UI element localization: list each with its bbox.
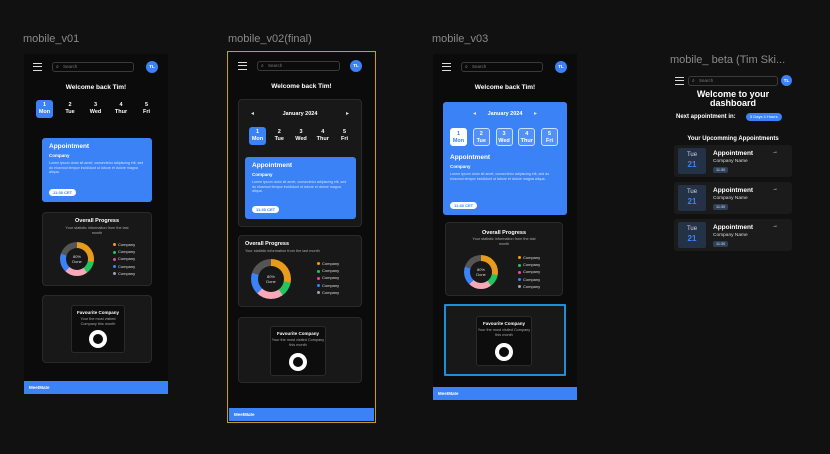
date-wed[interactable]: 3 Wed (87, 100, 104, 118)
progress-legend: Company Company Company Company Company (113, 241, 135, 277)
favourite-company[interactable]: Favourite Company Your the most visited … (270, 326, 326, 376)
menu-icon[interactable] (442, 63, 451, 71)
github-icon (289, 353, 307, 371)
appointment-row[interactable]: Tue 21 Appointment Company Name 11:30 → (674, 182, 792, 214)
arrow-right-icon[interactable]: → (772, 186, 778, 192)
appointment-date: Tue 21 (678, 185, 706, 211)
date-thur[interactable]: 4 Thur (314, 127, 331, 145)
date-thur[interactable]: 4 Thur (518, 128, 536, 146)
date-tue[interactable]: 2 Tue (271, 127, 288, 145)
top-bar: ⌕ Search TL (229, 60, 374, 75)
next-month-icon[interactable]: ▸ (534, 110, 537, 117)
favourite-company[interactable]: Favourite Company Your the most visited … (476, 316, 532, 366)
appointment-date: Tue 21 (678, 222, 706, 248)
calendar-month: January 2024 (282, 111, 318, 117)
date-mon[interactable]: 1 Mon (249, 127, 266, 145)
avatar[interactable]: TL (781, 75, 792, 86)
appointment-card[interactable]: Appointment Company Lorem ipsum dolor si… (42, 138, 152, 202)
search-icon: ⌕ (692, 77, 695, 84)
top-bar: ⌕ Search TL (670, 75, 796, 90)
favourite-card-highlighted: Favourite Company Your the most visited … (444, 304, 566, 376)
appointment-row[interactable]: Tue 21 Appointment Company Name 11:30 → (674, 145, 792, 177)
appointment-date: Tue 21 (678, 148, 706, 174)
progress-legend: Company Company Company Company Company (317, 260, 339, 296)
frame-label-v03[interactable]: mobile_v03 (432, 33, 488, 45)
arrow-right-icon[interactable]: → (772, 223, 778, 229)
progress-card: Overall Progress Your statistic informat… (445, 222, 563, 296)
dashboard-title: Welcome to your dashboard (696, 89, 770, 108)
progress-card: Overall Progress Your statistic informat… (42, 212, 152, 286)
welcome-heading: Welcome back Tim! (65, 84, 127, 91)
date-tue[interactable]: 2 Tue (62, 100, 79, 118)
date-tue[interactable]: 2 Tue (472, 128, 490, 146)
appointment-time: 11:30 CET (49, 189, 77, 196)
search-input[interactable]: ⌕ Search (52, 62, 134, 72)
date-strip: 1 Mon 2 Tue 3 Wed 4 Thur 5 Fri (450, 128, 558, 146)
welcome-heading: Welcome back Tim! (271, 83, 332, 90)
menu-icon[interactable] (33, 63, 42, 71)
phone-frame-beta[interactable]: ⌕ Search TL Welcome to your dashboard Nex… (670, 70, 796, 350)
date-fri[interactable]: 5 Fri (138, 100, 155, 118)
phone-frame-v02[interactable]: ⌕ Search TL Welcome back Tim! ◂ January 2… (229, 53, 374, 421)
github-icon (495, 343, 513, 361)
date-fri[interactable]: 5 Fri (336, 127, 353, 145)
next-appointment-badge: 5 Days 4 Hours (746, 113, 782, 121)
calendar-month: January 2024 (487, 111, 523, 117)
appointment-time: 11:30 CET (450, 202, 478, 209)
appointment-title: Appointment (450, 154, 491, 161)
phone-frame-v01[interactable]: ⌕ Search TL Welcome back Tim! 1 Mon 2 Tue 3… (24, 54, 168, 394)
progress-legend: Company Company Company Company Company (518, 254, 540, 290)
frame-label-beta[interactable]: mobile_ beta (Tim Ski... (670, 54, 785, 66)
avatar[interactable]: TL (146, 61, 158, 73)
date-mon[interactable]: 1 Mon (450, 128, 467, 146)
date-mon[interactable]: 1 Mon (36, 100, 53, 118)
footer-brand: MeetMate (24, 381, 168, 394)
appointment-time: 11:30 CET (252, 206, 280, 213)
date-wed[interactable]: 3 Wed (293, 127, 310, 145)
next-month-icon[interactable]: ▸ (346, 110, 349, 117)
calendar-appointment-card[interactable]: ◂ January 2024 ▸ 1 Mon 2 Tue 3 Wed 4 Thur 5F… (443, 102, 567, 215)
welcome-heading: Welcome back Tim! (474, 84, 536, 91)
favourite-card: Favourite Company Your the most visited … (238, 317, 362, 383)
date-fri[interactable]: 5 Fri (541, 128, 558, 146)
appointment-row[interactable]: Tue 21 Appointment Company Name 11:30 → (674, 219, 792, 251)
appointment-card[interactable]: Appointment Company Lorem ipsum dolor si… (245, 157, 356, 219)
frame-label-v01[interactable]: mobile_v01 (23, 33, 79, 45)
phone-frame-v03[interactable]: ⌕ Search TL Welcome back Tim! ◂ January 2… (433, 54, 577, 400)
calendar-card: ◂ January 2024 ▸ 1 Mon 2 Tue 3 Wed 4 Thur 5F… (238, 99, 362, 227)
favourite-company[interactable]: Favourite Company Your the most visited … (71, 305, 125, 353)
search-input[interactable]: ⌕ Search (461, 62, 543, 72)
date-strip: 1 Mon 2 Tue 3 Wed 4 Thur 5 Fri (36, 100, 155, 118)
upcoming-heading: Your Upcomming Appointments (687, 136, 779, 142)
date-strip: 1 Mon 2 Tue 3 Wed 4 Thur 5 Fri (249, 127, 353, 145)
arrow-right-icon[interactable]: → (772, 149, 778, 155)
menu-icon[interactable] (675, 77, 684, 85)
search-icon: ⌕ (56, 63, 59, 70)
progress-donut: 80% Done (60, 242, 94, 276)
avatar[interactable]: TL (555, 61, 567, 73)
search-input[interactable]: ⌕ Search (688, 76, 778, 86)
progress-donut: 80% Done (464, 255, 498, 289)
progress-donut: 80% Done (251, 259, 291, 299)
progress-card: Overall Progress Your statistic informat… (238, 235, 362, 307)
footer-brand: MeetMate (229, 408, 374, 421)
top-bar: ⌕ Search TL (24, 61, 168, 76)
top-bar: ⌕ Search TL (433, 61, 577, 76)
next-appointment-label: Next appointment in: (676, 114, 736, 120)
favourite-card: Favourite Company Your the most visited … (42, 295, 152, 363)
github-icon (89, 330, 107, 348)
date-wed[interactable]: 3 Wed (495, 128, 513, 146)
search-icon: ⌕ (261, 62, 264, 69)
footer-brand: MeetMate (433, 387, 577, 400)
search-icon: ⌕ (465, 63, 468, 70)
frame-label-v02[interactable]: mobile_v02(final) (228, 33, 312, 45)
menu-icon[interactable] (238, 62, 247, 70)
date-thur[interactable]: 4 Thur (113, 100, 130, 118)
search-input[interactable]: ⌕ Search (257, 61, 340, 71)
avatar[interactable]: TL (350, 60, 362, 72)
